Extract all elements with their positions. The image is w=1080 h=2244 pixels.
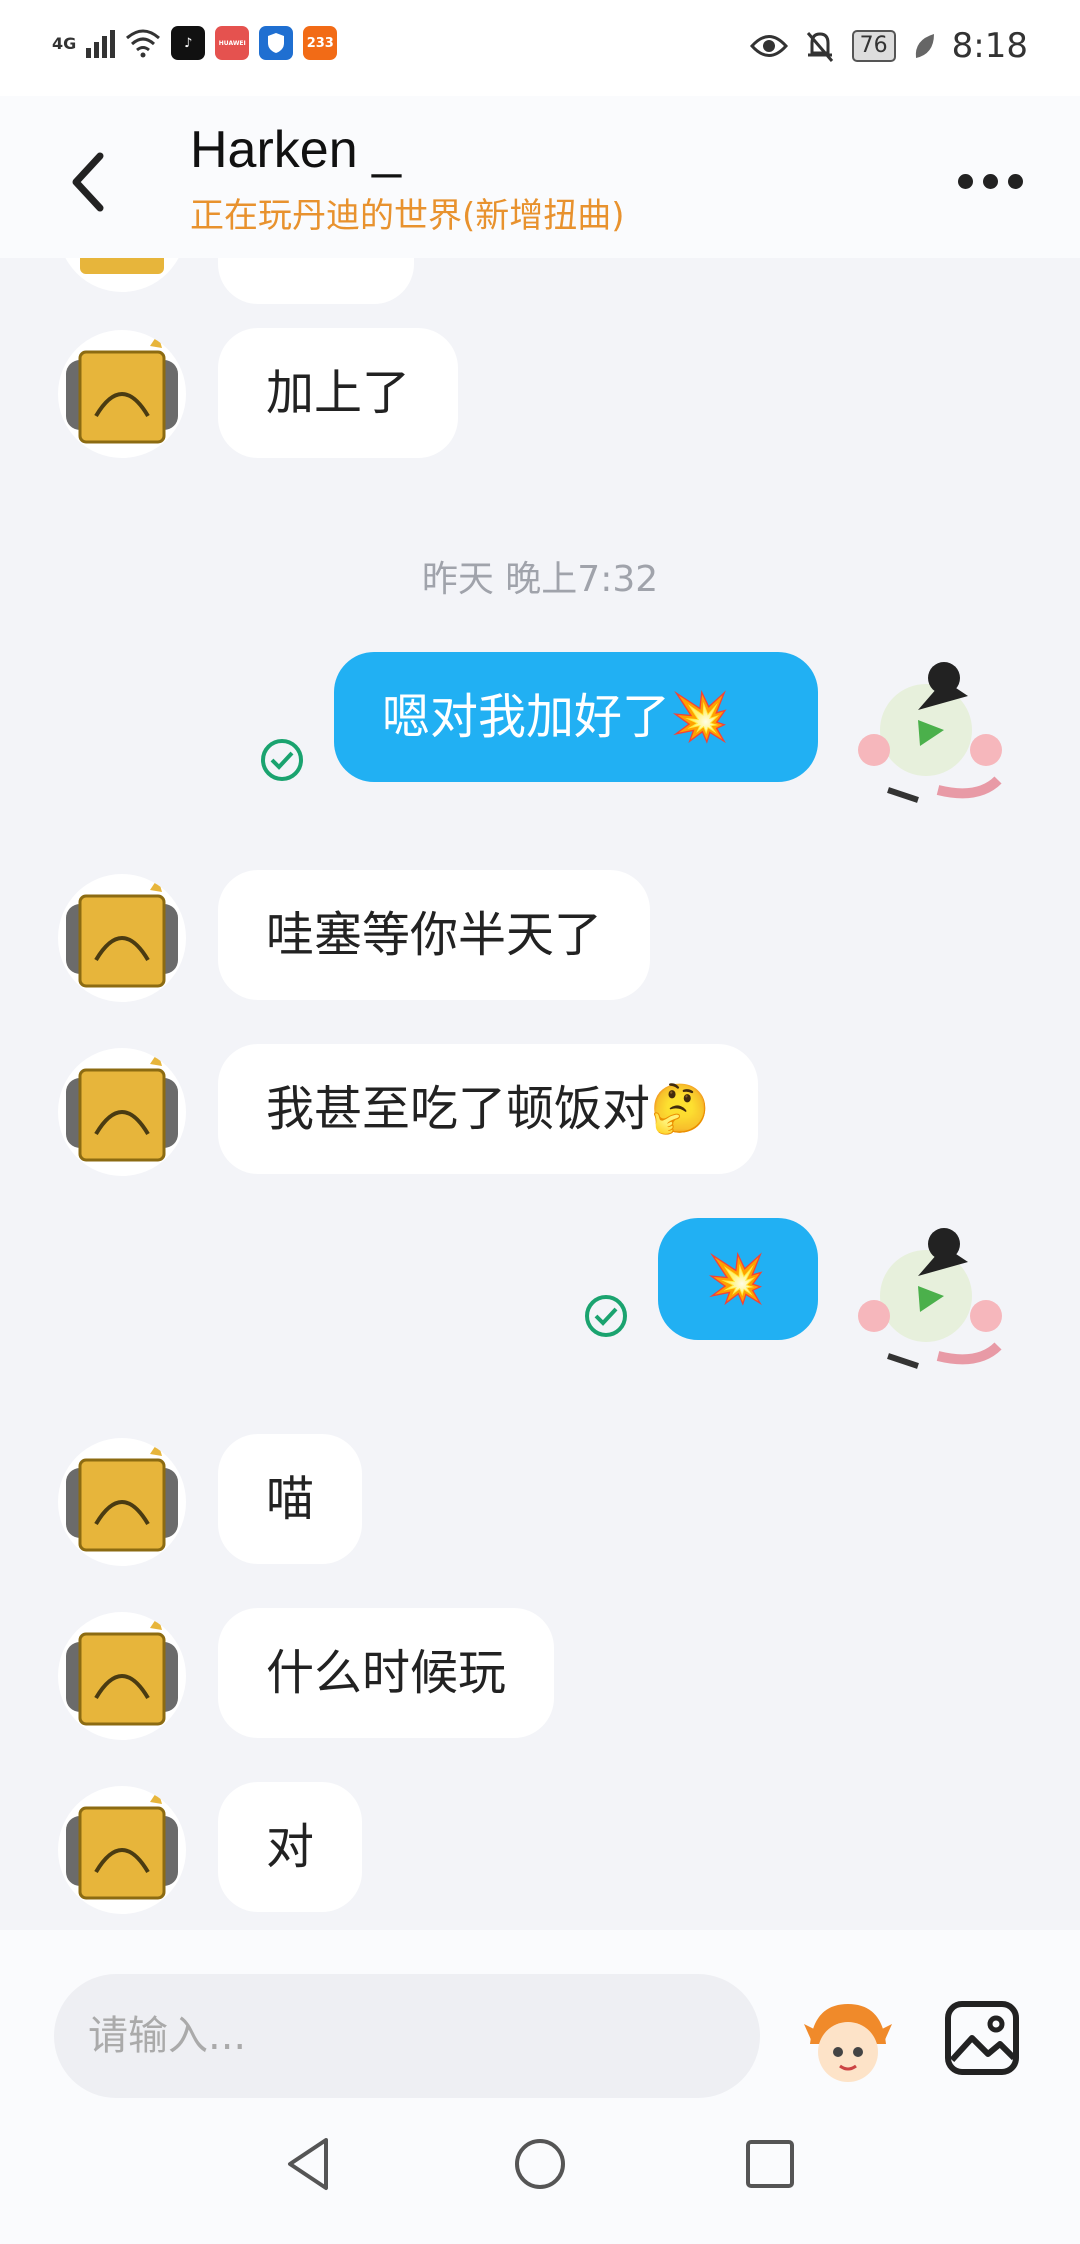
wifi-icon <box>126 29 161 58</box>
nav-recents-icon[interactable] <box>740 2134 800 2194</box>
avatar[interactable] <box>58 1786 186 1914</box>
signal-icon <box>86 28 116 58</box>
avatar[interactable] <box>58 330 186 458</box>
message-bubble[interactable]: 什么时候玩 <box>218 1608 555 1738</box>
huawei-icon: HUAWEI <box>215 26 250 60</box>
message-bubble[interactable]: 对 <box>218 1782 363 1912</box>
message-bubble[interactable]: 哇塞等你半天了 <box>218 870 651 1000</box>
battery-level: 76 <box>851 30 896 62</box>
avatar[interactable] <box>58 1612 186 1740</box>
avatar[interactable] <box>58 1048 186 1176</box>
nav-home-icon[interactable] <box>510 2134 570 2194</box>
avatar[interactable] <box>58 1438 186 1566</box>
status-bar: 4G ♪ HUAWEI 233 76 8:18 <box>0 0 1080 96</box>
message-list[interactable]: 加上了 昨天 晚上7:32 嗯对我加好了💥 哇塞等你半天了 我甚至吃了顿饭对🤔 … <box>0 258 1080 1930</box>
network-type: 4G <box>52 33 77 53</box>
back-arrow-icon[interactable] <box>60 142 120 222</box>
sent-check-icon <box>584 1294 628 1338</box>
clock: 8:18 <box>951 26 1028 66</box>
message-bubble[interactable]: 加上了 <box>218 328 459 458</box>
contact-name[interactable]: Harken _ <box>190 120 401 180</box>
chat-header: Harken _ 正在玩丹迪的世界(新增扭曲) <box>0 96 1080 258</box>
sticker-icon[interactable] <box>800 1994 896 2090</box>
app-233-icon: 233 <box>303 26 338 60</box>
message-bubble[interactable]: 嗯对我加好了💥 <box>334 652 818 782</box>
timestamp: 昨天 晚上7:32 <box>421 559 659 600</box>
contact-status: 正在玩丹迪的世界(新增扭曲) <box>190 196 625 236</box>
shield-app-icon <box>259 26 294 60</box>
leaf-icon <box>915 34 934 58</box>
tiktok-icon: ♪ <box>171 26 206 60</box>
my-avatar[interactable] <box>848 650 1008 820</box>
nav-back-icon[interactable] <box>280 2134 340 2194</box>
input-bar: 请输入... <box>0 1930 1080 2106</box>
image-icon[interactable] <box>944 2000 1020 2076</box>
message-bubble[interactable]: 喵 <box>218 1434 363 1564</box>
avatar[interactable] <box>58 874 186 1002</box>
avatar-partial[interactable] <box>58 258 186 292</box>
message-bubble[interactable]: 💥 <box>658 1218 818 1340</box>
eye-icon <box>749 35 788 57</box>
my-avatar[interactable] <box>848 1216 1008 1386</box>
sent-check-icon <box>260 738 304 782</box>
system-nav-bar <box>0 2106 1080 2244</box>
more-options-icon[interactable] <box>950 156 1030 206</box>
mute-bell-icon <box>806 32 833 62</box>
message-bubble[interactable]: 我甚至吃了顿饭对🤔 <box>218 1044 758 1174</box>
message-bubble-partial <box>218 258 414 304</box>
message-input[interactable]: 请输入... <box>54 1974 760 2098</box>
